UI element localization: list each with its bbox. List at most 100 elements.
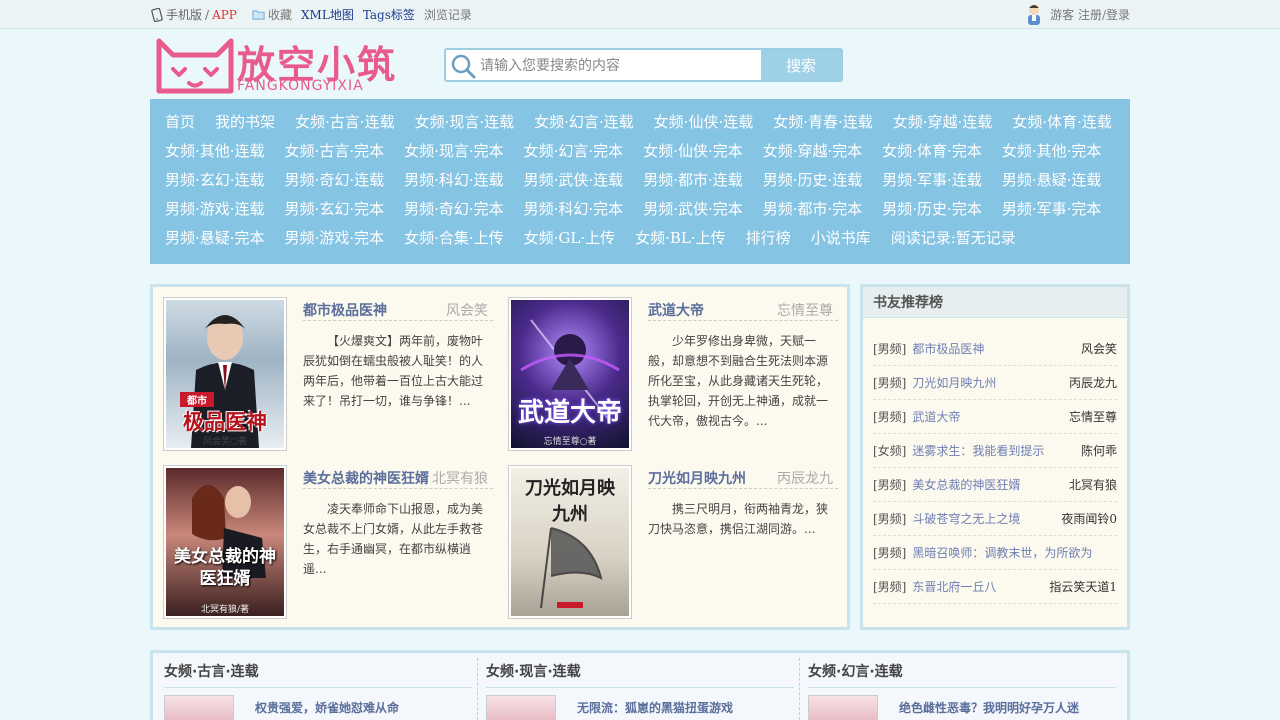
search-button[interactable]: 搜索 <box>761 50 841 80</box>
book-cover[interactable]: 美女总裁的神医狂婿 北冥有狼/著 <box>163 465 287 619</box>
ranking-item[interactable]: [男频] 刀光如月映九州 丙辰龙九 <box>873 366 1117 400</box>
nav-item[interactable]: 女频·青春·连载 <box>773 111 873 132</box>
nav-item[interactable]: 女频·其他·连载 <box>165 140 265 161</box>
nav-item[interactable]: 男频·军事·连载 <box>882 169 982 190</box>
favorite-link[interactable]: 收藏 <box>268 6 292 23</box>
ranking-author[interactable]: 陈何乖 <box>1081 442 1117 459</box>
ranking-book-title[interactable]: 美女总裁的神医狂婿 <box>912 476 1020 493</box>
nav-item[interactable]: 首页 <box>165 111 195 132</box>
nav-item[interactable]: 女频·穿越·完本 <box>763 140 863 161</box>
section-title[interactable]: 女频·幻言·连载 <box>808 661 1116 688</box>
book-author[interactable]: 风会笑 <box>446 300 488 320</box>
user-area[interactable]: 游客 注册/登录 <box>1022 2 1130 26</box>
nav-item[interactable]: 男频·玄幻·完本 <box>285 198 385 219</box>
book-title[interactable]: 都市极品医神 <box>303 300 387 320</box>
ranking-author[interactable]: 丙辰龙九 <box>1069 374 1117 391</box>
login-register-link[interactable]: 游客 注册/登录 <box>1050 6 1130 23</box>
nav-item[interactable]: 女频·古言·完本 <box>285 140 385 161</box>
nav-item[interactable]: 阅读记录:暂无记录 <box>891 227 1016 248</box>
nav-item[interactable]: 女频·BL·上传 <box>635 227 726 248</box>
book-author[interactable]: 忘情至尊 <box>777 300 833 320</box>
ranking-item[interactable]: [男频] 美女总裁的神医狂婿 北冥有狼 <box>873 468 1117 502</box>
section-title[interactable]: 女频·现言·连载 <box>486 661 794 688</box>
nav-item[interactable]: 女频·古言·连载 <box>295 111 395 132</box>
nav-item[interactable]: 男频·悬疑·完本 <box>165 227 265 248</box>
nav-item[interactable]: 女频·现言·连载 <box>415 111 515 132</box>
ranking-item[interactable]: [男频] 都市极品医神 风会笑 <box>873 332 1117 366</box>
nav-item[interactable]: 小说书库 <box>811 227 871 248</box>
ranking-item[interactable]: [男频] 斗破苍穹之无上之境 夜雨闻铃0 <box>873 502 1117 536</box>
nav-item[interactable]: 女频·合集·上传 <box>404 227 504 248</box>
ranking-book-title[interactable]: 东晋北府一丘八 <box>912 578 996 595</box>
nav-item[interactable]: 男频·游戏·连载 <box>165 198 265 219</box>
book-thumbnail[interactable] <box>808 695 878 720</box>
ranking-item[interactable]: [男频] 东晋北府一丘八 指云笑天道1 <box>873 570 1117 604</box>
nav-item[interactable]: 男频·武侠·完本 <box>643 198 743 219</box>
nav-item[interactable]: 女频·仙侠·连载 <box>654 111 754 132</box>
featured-book-1[interactable]: 都市 极品医神 风会笑○著 都市极品医神 风会笑 【火爆爽文】两年前，废物叶辰犹… <box>153 287 493 451</box>
nav-item[interactable]: 男频·都市·连载 <box>643 169 743 190</box>
book-title[interactable]: 绝色雌性恶毒？我明明好孕万人迷 <box>899 699 1079 716</box>
nav-item[interactable]: 男频·玄幻·连载 <box>165 169 265 190</box>
nav-item[interactable]: 女频·现言·完本 <box>404 140 504 161</box>
ranking-item[interactable]: [男频] 武道大帝 忘情至尊 <box>873 400 1117 434</box>
nav-item[interactable]: 女频·其他·完本 <box>1002 140 1102 161</box>
featured-book-2[interactable]: 武道大帝 忘情至尊○著 武道大帝 忘情至尊 少年罗修出身卑微，天赋一般，却意想不… <box>498 287 838 451</box>
book-author[interactable]: 北冥有狼 <box>432 468 488 488</box>
ranking-book-title[interactable]: 迷雾求生：我能看到提示 <box>912 442 1044 459</box>
ranking-book-title[interactable]: 斗破苍穹之无上之境 <box>912 510 1020 527</box>
nav-item[interactable]: 男频·奇幻·完本 <box>404 198 504 219</box>
search-input[interactable] <box>480 54 760 78</box>
book-thumbnail[interactable] <box>486 695 556 720</box>
nav-item[interactable]: 男频·悬疑·连载 <box>1002 169 1102 190</box>
ranking-author[interactable]: 夜雨闻铃0 <box>1061 510 1117 527</box>
nav-item[interactable]: 女频·体育·完本 <box>882 140 982 161</box>
nav-item[interactable]: 我的书架 <box>215 111 275 132</box>
history-link[interactable]: 浏览记录 <box>424 6 472 23</box>
nav-item[interactable]: 排行榜 <box>746 227 791 248</box>
tags-link[interactable]: Tags标签 <box>363 6 415 23</box>
book-cover[interactable]: 武道大帝 忘情至尊○著 <box>508 297 632 451</box>
nav-item[interactable]: 女频·穿越·连载 <box>893 111 993 132</box>
ranking-item[interactable]: [男频] 黑暗召唤师：调教末世，为所欲为 <box>873 536 1117 570</box>
nav-item[interactable]: 女频·体育·连载 <box>1012 111 1112 132</box>
nav-item[interactable]: 男频·科幻·连载 <box>404 169 504 190</box>
ranking-author[interactable]: 指云笑天道1 <box>1049 578 1117 595</box>
book-title[interactable]: 权贵强爱，娇雀她怼难从命 <box>255 699 399 716</box>
mobile-app-link[interactable]: 手机版 / APP <box>150 6 237 23</box>
nav-item[interactable]: 男频·奇幻·连载 <box>285 169 385 190</box>
featured-book-4[interactable]: 刀光如月映九州 刀光如月映九州 丙辰龙九 携三尺明月，衔两袖青龙，狭刀快马恣意，… <box>498 455 838 619</box>
section-title[interactable]: 女频·古言·连载 <box>164 661 472 688</box>
nav-item[interactable]: 女频·仙侠·完本 <box>643 140 743 161</box>
ranking-book-title[interactable]: 武道大帝 <box>912 408 960 425</box>
ranking-author[interactable]: 风会笑 <box>1081 340 1117 357</box>
nav-item[interactable]: 男频·历史·完本 <box>882 198 982 219</box>
nav-item[interactable]: 男频·都市·完本 <box>763 198 863 219</box>
mobile-label[interactable]: 手机版 <box>166 6 202 23</box>
ranking-author[interactable]: 忘情至尊 <box>1069 408 1117 425</box>
ranking-book-title[interactable]: 都市极品医神 <box>912 340 984 357</box>
book-thumbnail[interactable] <box>164 695 234 720</box>
nav-item[interactable]: 男频·历史·连载 <box>763 169 863 190</box>
nav-item[interactable]: 女频·幻言·完本 <box>524 140 624 161</box>
nav-item[interactable]: 女频·幻言·连载 <box>534 111 634 132</box>
nav-item[interactable]: 男频·游戏·完本 <box>285 227 385 248</box>
nav-item[interactable]: 男频·科幻·完本 <box>524 198 624 219</box>
ranking-item[interactable]: [女频] 迷雾求生：我能看到提示 陈何乖 <box>873 434 1117 468</box>
nav-item[interactable]: 女频·GL·上传 <box>524 227 615 248</box>
app-label[interactable]: APP <box>212 8 237 22</box>
book-title[interactable]: 武道大帝 <box>648 300 704 320</box>
ranking-book-title[interactable]: 刀光如月映九州 <box>912 374 996 391</box>
book-cover[interactable]: 都市 极品医神 风会笑○著 <box>163 297 287 451</box>
book-author[interactable]: 丙辰龙九 <box>777 468 833 488</box>
nav-item[interactable]: 男频·武侠·连载 <box>524 169 624 190</box>
nav-item[interactable]: 男频·军事·完本 <box>1002 198 1102 219</box>
featured-book-3[interactable]: 美女总裁的神医狂婿 北冥有狼/著 美女总裁的神医狂婿 北冥有狼 凌天奉师命下山报… <box>153 455 493 619</box>
xml-map-link[interactable]: XML地图 <box>301 6 354 23</box>
ranking-book-title[interactable]: 黑暗召唤师：调教末世，为所欲为 <box>912 544 1092 561</box>
book-cover[interactable]: 刀光如月映九州 <box>508 465 632 619</box>
book-title[interactable]: 刀光如月映九州 <box>648 468 746 488</box>
book-title[interactable]: 无限流：狐崽的黑猫扭蛋游戏 <box>577 699 733 716</box>
ranking-author[interactable]: 北冥有狼 <box>1069 476 1117 493</box>
book-title[interactable]: 美女总裁的神医狂婿 <box>303 468 429 488</box>
